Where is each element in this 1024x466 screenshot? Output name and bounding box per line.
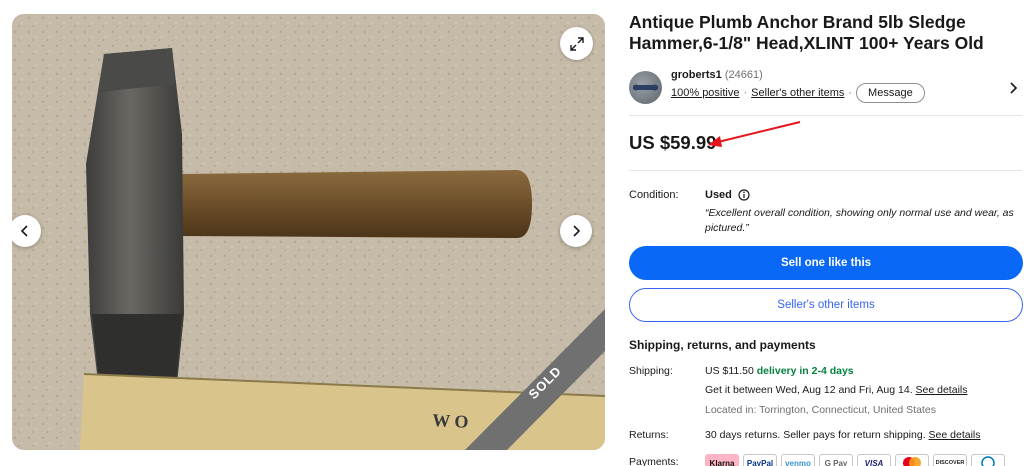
seller-other-items-button[interactable]: Seller's other items (629, 288, 1023, 322)
seller-other-items-link[interactable]: Seller's other items (751, 87, 844, 99)
delivery-estimate-line: Get it between Wed, Aug 12 and Fri, Aug … (705, 384, 967, 396)
discover-logo: DISCOVER (933, 454, 967, 466)
condition-value: Used (705, 189, 732, 201)
payment-methods: Klarna PayPal venmo G Pay VISA DISCOVER (705, 454, 1005, 466)
sell-one-like-this-button[interactable]: Sell one like this (629, 246, 1023, 280)
image-gallery[interactable]: W O SOLD (12, 14, 605, 450)
expand-icon (569, 36, 584, 51)
payments-label: Payments: (629, 456, 679, 466)
info-icon[interactable] (738, 189, 750, 201)
chevron-right-icon (573, 225, 581, 237)
item-location: Located in: Torrington, Connecticut, Uni… (705, 404, 936, 416)
svg-text:W O: W O (432, 410, 469, 432)
shipping-label: Shipping: (629, 365, 673, 377)
message-button[interactable]: Message (856, 83, 925, 103)
delivery-estimate: Get it between Wed, Aug 12 and Fri, Aug … (705, 384, 913, 396)
returns-label: Returns: (629, 429, 669, 441)
seller-links: 100% positive · Seller's other items · M… (671, 83, 925, 103)
returns-line: 30 days returns. Seller pays for return … (705, 429, 981, 441)
returns-policy: 30 days returns. Seller pays for return … (705, 429, 926, 441)
shipping-section-heading: Shipping, returns, and payments (629, 338, 816, 352)
seller-avatar[interactable] (629, 71, 662, 104)
condition-value-line: Used (705, 189, 750, 201)
separator: · (848, 87, 853, 99)
next-image-button[interactable] (560, 215, 592, 247)
chevron-left-icon (20, 225, 28, 237)
delivery-time: delivery in 2-4 days (756, 365, 854, 377)
returns-see-details-link[interactable]: See details (929, 429, 981, 441)
positive-feedback-link[interactable]: 100% positive (671, 87, 740, 99)
diners-club-logo (971, 454, 1005, 466)
chevron-right-icon[interactable] (1008, 81, 1018, 95)
klarna-logo: Klarna (705, 454, 739, 466)
sold-ribbon: SOLD (465, 309, 605, 450)
expand-image-button[interactable] (560, 27, 593, 60)
shipping-cost: US $11.50 (705, 365, 754, 377)
arrow-annotation (708, 121, 801, 147)
paypal-logo: PayPal (743, 454, 777, 466)
mastercard-logo (895, 454, 929, 466)
divider (629, 170, 1022, 171)
venmo-logo: venmo (781, 454, 815, 466)
visa-logo: VISA (857, 454, 891, 466)
seller-feedback-count: (24661) (724, 69, 763, 81)
shipping-see-details-link[interactable]: See details (916, 384, 968, 396)
listing-title: Antique Plumb Anchor Brand 5lb Sledge Ha… (629, 12, 984, 53)
seller-card[interactable]: groberts1 (24661) 100% positive · Seller… (629, 66, 1022, 116)
seller-name[interactable]: groberts1 (671, 69, 722, 81)
seller-name-line: groberts1 (24661) (671, 69, 763, 81)
google-pay-logo: G Pay (819, 454, 853, 466)
shipping-cost-line: US $11.50 delivery in 2-4 days (705, 365, 854, 377)
condition-label: Condition: (629, 189, 679, 201)
separator: · (743, 87, 748, 99)
condition-description: “Excellent overall condition, showing on… (705, 207, 1014, 234)
